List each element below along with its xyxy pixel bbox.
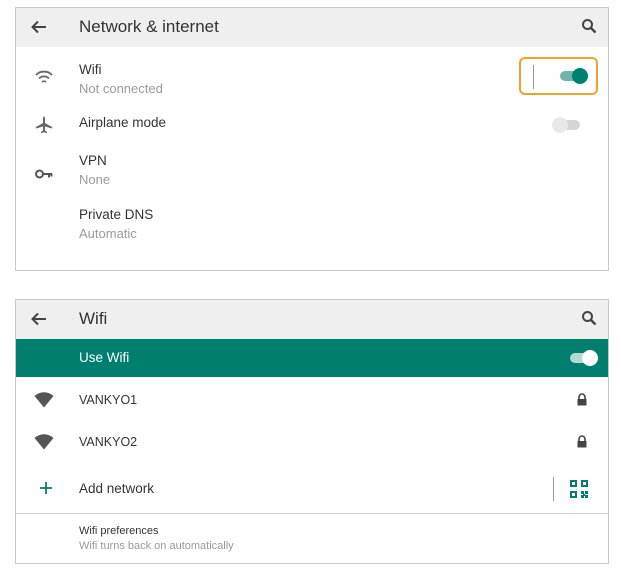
airplane-mode-label: Airplane mode [79,115,167,130]
divider [553,477,554,501]
use-wifi-toggle[interactable] [568,350,598,366]
wifi-status: Not connected [79,81,163,96]
add-network-label: Add network [79,481,155,496]
wifi-icon [35,70,53,83]
lock-icon [577,435,587,448]
page-title: Network & internet [79,17,219,36]
app-bar: Network & internet [16,8,608,47]
network-internet-screen: Network & internet Wifi Not connected Ai… [15,7,609,271]
wifi-preferences-subtitle: Wifi turns back on automatically [79,540,234,552]
use-wifi-bar[interactable]: Use Wifi [16,339,608,377]
lock-icon [577,393,587,406]
back-arrow-icon[interactable] [30,18,48,36]
wifi-signal-icon [34,434,54,450]
back-arrow-icon[interactable] [30,310,48,328]
wifi-label: Wifi [79,62,102,77]
wifi-toggle[interactable] [558,68,588,84]
wifi-screen: Wifi Use Wifi VANKYO1 VANKYO2 Add networ… [15,299,609,564]
use-wifi-label: Use Wifi [79,350,130,365]
page-title: Wifi [79,309,108,328]
wifi-signal-icon [34,392,54,408]
search-icon[interactable] [581,310,597,326]
vpn-row[interactable]: VPN None [16,145,608,200]
private-dns-row[interactable]: Private DNS Automatic [16,200,608,255]
airplane-icon [36,116,52,134]
private-dns-label: Private DNS [79,207,154,222]
vpn-label: VPN [79,153,107,168]
vpn-status: None [79,172,111,187]
wifi-preferences-row[interactable]: Wifi preferences Wifi turns back on auto… [16,514,608,564]
network-ssid: VANKYO2 [79,435,138,449]
wifi-toggle-highlight [519,57,598,95]
network-item[interactable]: VANKYO2 [16,421,608,463]
wifi-preferences-label: Wifi preferences [79,525,159,537]
airplane-mode-toggle[interactable] [552,117,582,133]
plus-icon [40,482,52,494]
search-icon[interactable] [581,18,597,34]
add-network-row[interactable]: Add network [16,468,608,512]
app-bar: Wifi [16,300,608,339]
network-ssid: VANKYO1 [79,393,138,407]
network-item[interactable]: VANKYO1 [16,379,608,421]
private-dns-status: Automatic [79,226,137,241]
divider [533,65,534,89]
key-icon [35,169,53,179]
airplane-mode-row[interactable]: Airplane mode [16,105,608,145]
qr-code-scanner-icon[interactable] [570,480,588,498]
